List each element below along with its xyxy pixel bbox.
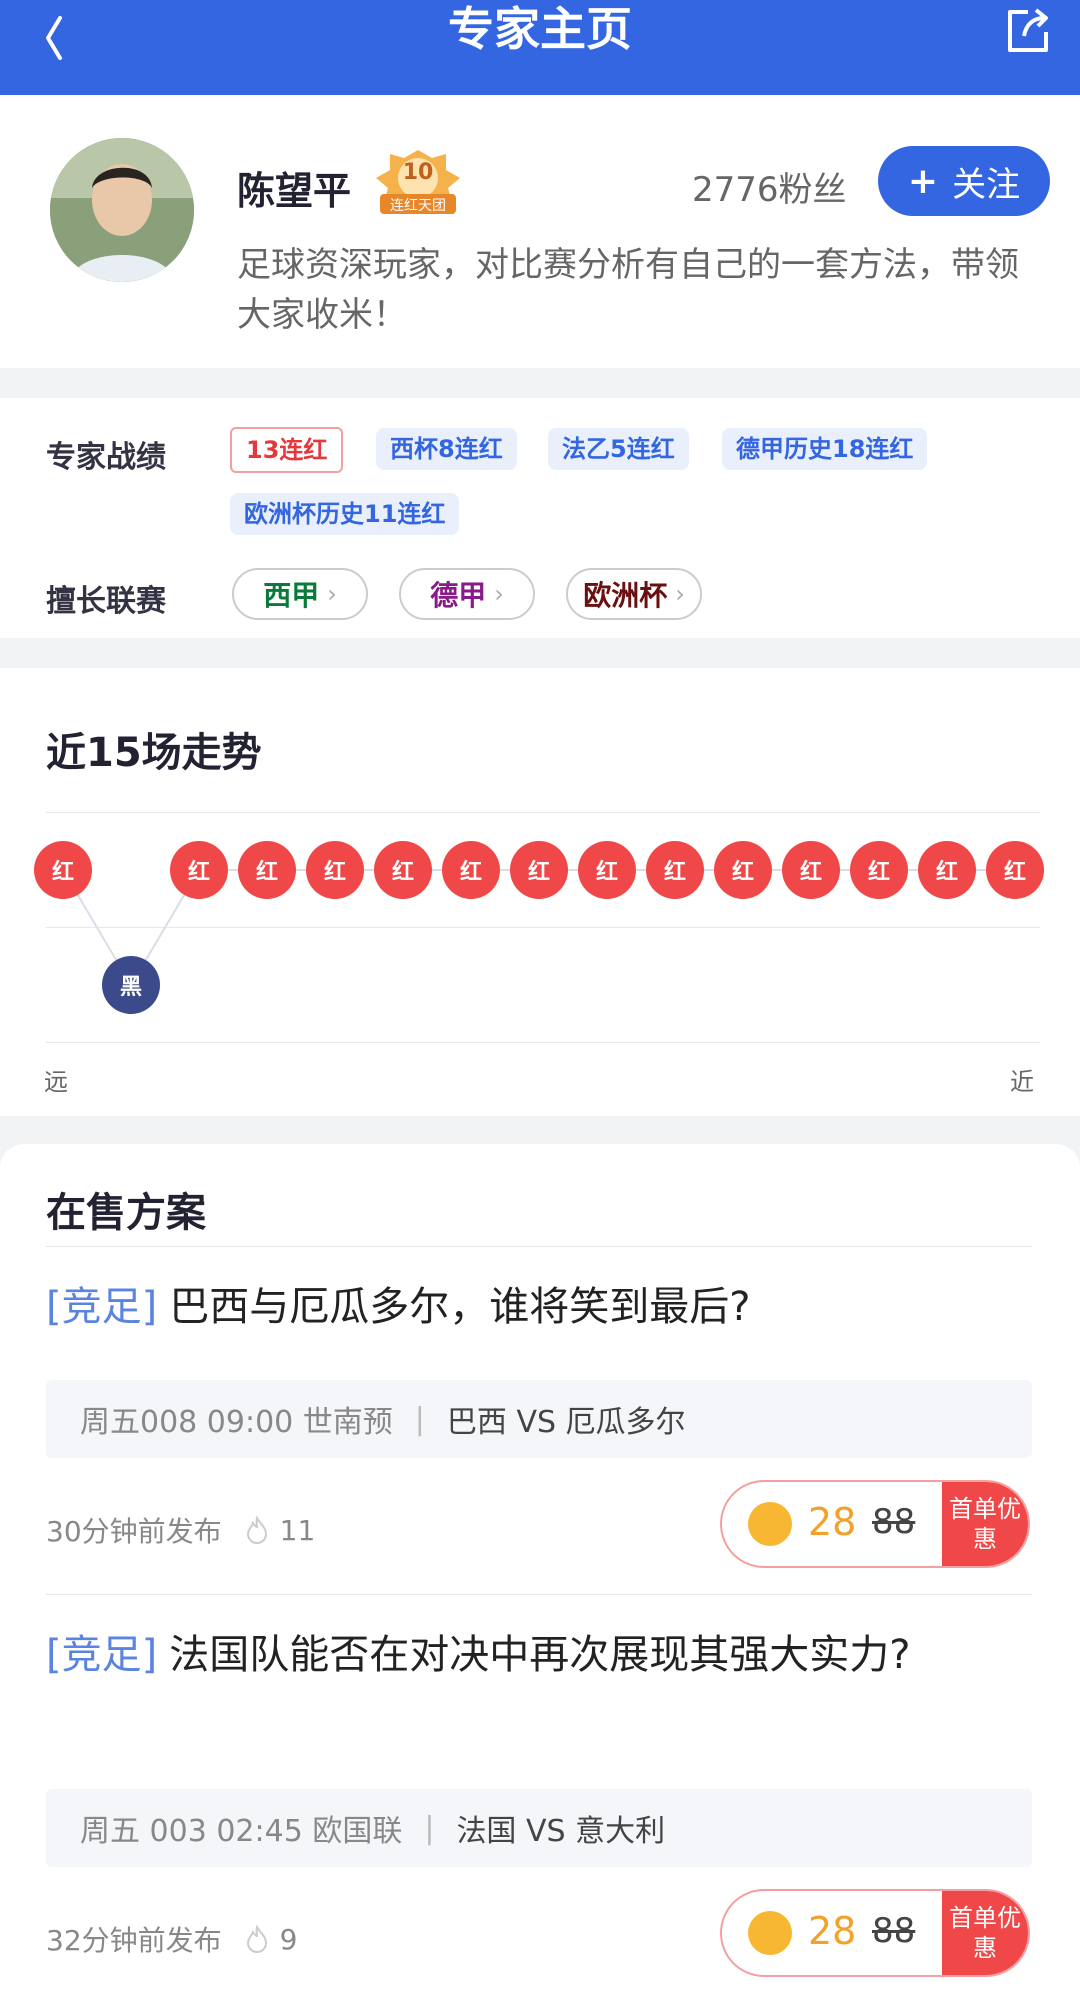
match-teams: 巴西 VS 厄瓜多尔 bbox=[446, 1405, 686, 1440]
record-label: 专家战绩 bbox=[46, 440, 166, 475]
badge-label: 连红天团 bbox=[390, 198, 446, 214]
plan-category: [竞足] bbox=[46, 1284, 158, 1330]
price-button[interactable]: 28 88 首单优惠 bbox=[720, 1480, 1030, 1568]
match-time: 周五008 09:00 世南预 bbox=[80, 1405, 393, 1440]
page-title: 专家主页 bbox=[448, 2, 632, 56]
match-info: 周五008 09:00 世南预 | 巴西 VS 厄瓜多尔 bbox=[46, 1380, 1032, 1458]
match-teams: 法国 VS 意大利 bbox=[456, 1814, 666, 1849]
chevron-right-icon: › bbox=[327, 580, 337, 608]
record-tag: 法乙5连红 bbox=[548, 428, 689, 470]
trend-result-14: 红 bbox=[918, 841, 976, 899]
trend-result-9: 红 bbox=[578, 841, 636, 899]
trend-result-3: 红 bbox=[170, 841, 228, 899]
trend-result-10: 红 bbox=[646, 841, 704, 899]
league-name: 欧洲杯 bbox=[583, 579, 668, 612]
publish-time: 32分钟前发布 bbox=[46, 1924, 222, 1957]
near-label: 近 bbox=[1010, 1068, 1034, 1096]
record-tag: 13连红 bbox=[230, 427, 344, 473]
trend-result-5: 红 bbox=[306, 841, 364, 899]
chevron-right-icon: › bbox=[494, 580, 504, 608]
league-name: 西甲 bbox=[263, 579, 320, 612]
trend-result-2: 黑 bbox=[102, 956, 160, 1014]
publish-time: 30分钟前发布 bbox=[46, 1515, 222, 1548]
far-label: 远 bbox=[44, 1068, 68, 1096]
follow-button[interactable]: + 关注 bbox=[878, 146, 1050, 216]
flame-icon bbox=[246, 1515, 267, 1544]
follow-label: 关注 bbox=[952, 164, 1021, 205]
fans-count: 2776粉丝 bbox=[692, 170, 847, 210]
record-tag: 德甲历史18连红 bbox=[722, 428, 928, 470]
match-info: 周五 003 02:45 欧国联 | 法国 VS 意大利 bbox=[46, 1789, 1032, 1867]
flame-icon bbox=[246, 1924, 267, 1953]
trend-result-6: 红 bbox=[374, 841, 432, 899]
share-icon[interactable] bbox=[1000, 4, 1056, 60]
record-tag: 西杯8连红 bbox=[376, 428, 517, 470]
profile-card: 陈望平 10 连红天团 2776粉丝 + 关注 足球资深玩家，对比赛分析有自己的… bbox=[0, 95, 1080, 368]
avatar[interactable] bbox=[50, 138, 194, 282]
expert-stats: 专家战绩 13连红 西杯8连红 法乙5连红 德甲历史18连红 欧洲杯历史11连红… bbox=[0, 398, 1080, 638]
recent-trend: 近15场走势 红黑红红红红红红红红红红红红红 远 近 bbox=[0, 668, 1080, 1116]
plan-meta: 32分钟前发布 9 bbox=[46, 1919, 297, 1959]
trend-result-4: 红 bbox=[238, 841, 296, 899]
on-sale-section: 在售方案 [竞足] 巴西与厄瓜多尔，谁将笑到最后? 周五008 09:00 世南预… bbox=[0, 1144, 1080, 2015]
plan-title[interactable]: [竞足] 巴西与厄瓜多尔，谁将笑到最后? bbox=[46, 1276, 1036, 1338]
match-time: 周五 003 02:45 欧国联 bbox=[80, 1814, 403, 1849]
expert-name: 陈望平 bbox=[237, 169, 352, 213]
record-tag: 欧洲杯历史11连红 bbox=[230, 493, 460, 535]
trend-result-7: 红 bbox=[442, 841, 500, 899]
expert-bio: 足球资深玩家，对比赛分析有自己的一套方法，带领大家收米！ bbox=[237, 245, 1019, 335]
heat-count: 9 bbox=[279, 1922, 298, 1956]
league-chip-euro[interactable]: 欧洲杯 › bbox=[566, 568, 702, 620]
chevron-right-icon: › bbox=[675, 580, 685, 608]
price-button[interactable]: 28 88 首单优惠 bbox=[720, 1889, 1030, 1977]
badge-number: 10 bbox=[402, 160, 434, 185]
top-bar: 专家主页 bbox=[0, 0, 1080, 95]
trend-result-8: 红 bbox=[510, 841, 568, 899]
trend-result-15: 红 bbox=[986, 841, 1044, 899]
divider bbox=[46, 1594, 1032, 1595]
trend-result-1: 红 bbox=[34, 841, 92, 899]
plan-title-text: 巴西与厄瓜多尔，谁将笑到最后? bbox=[169, 1284, 751, 1330]
promo-badge: 首单优惠 bbox=[942, 1482, 1028, 1566]
plus-icon: + bbox=[907, 160, 939, 202]
current-price: 28 bbox=[808, 1909, 857, 1953]
coin-icon bbox=[748, 1502, 792, 1546]
trend-result-13: 红 bbox=[850, 841, 908, 899]
heat-count: 11 bbox=[279, 1513, 316, 1547]
leagues-label: 擅长联赛 bbox=[46, 584, 166, 619]
plan-title[interactable]: [竞足] 法国队能否在对决中再次展现其强大实力? bbox=[46, 1624, 1036, 1686]
original-price: 88 bbox=[872, 1911, 916, 1951]
plan-title-text: 法国队能否在对决中再次展现其强大实力? bbox=[169, 1632, 911, 1678]
original-price: 88 bbox=[872, 1502, 916, 1542]
trend-result-12: 红 bbox=[782, 841, 840, 899]
current-price: 28 bbox=[808, 1500, 857, 1544]
coin-icon bbox=[748, 1911, 792, 1955]
sale-title: 在售方案 bbox=[46, 1190, 206, 1236]
plan-category: [竞足] bbox=[46, 1632, 158, 1678]
plan-meta: 30分钟前发布 11 bbox=[46, 1510, 315, 1550]
league-chip-laliga[interactable]: 西甲 › bbox=[232, 568, 368, 620]
trend-result-11: 红 bbox=[714, 841, 772, 899]
league-name: 德甲 bbox=[430, 579, 487, 612]
league-chip-bundesliga[interactable]: 德甲 › bbox=[399, 568, 535, 620]
promo-badge: 首单优惠 bbox=[942, 1891, 1028, 1975]
divider bbox=[46, 1246, 1032, 1247]
